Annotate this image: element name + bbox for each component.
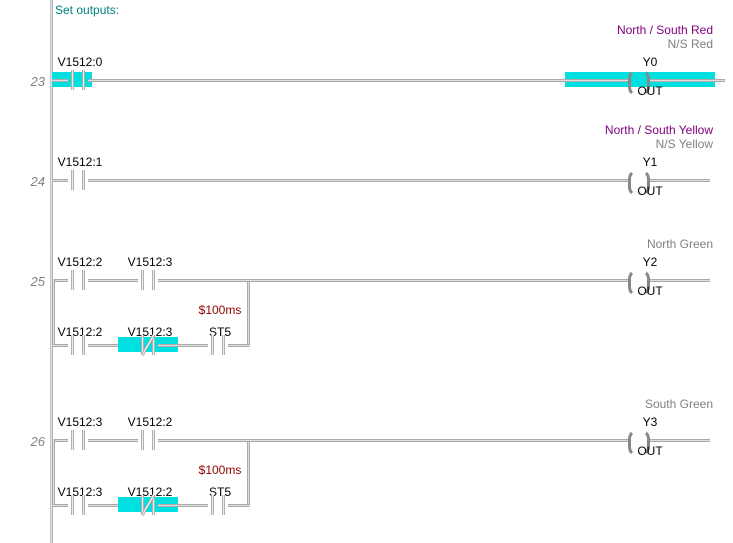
wire	[52, 279, 55, 344]
contact-no[interactable]	[208, 335, 228, 355]
contact-no[interactable]	[68, 430, 88, 450]
contact-address: V1512:0	[50, 55, 110, 69]
coil-address: Y2	[620, 255, 680, 269]
contact-address: V1512:3	[120, 255, 180, 269]
contact-no[interactable]	[68, 335, 88, 355]
contact-no[interactable]	[68, 70, 88, 90]
contact-no[interactable]	[68, 170, 88, 190]
coil-type: OUT	[630, 184, 670, 198]
coil-address: Y3	[620, 415, 680, 429]
coil-address: Y0	[620, 55, 680, 69]
wire	[158, 504, 208, 507]
wire	[228, 344, 250, 347]
coil-comment-long: North / South Red	[463, 23, 713, 37]
contact-address: V1512:3	[50, 415, 110, 429]
wire	[228, 504, 250, 507]
wire	[52, 79, 68, 82]
contact-address: V1512:1	[50, 155, 110, 169]
coil-type: OUT	[630, 284, 670, 298]
contact-no[interactable]	[138, 430, 158, 450]
wire	[158, 279, 247, 282]
rung-number: 25	[17, 274, 45, 289]
wire	[247, 279, 628, 282]
contact-nc[interactable]	[138, 495, 158, 515]
coil-type: OUT	[630, 84, 670, 98]
wire	[52, 439, 55, 504]
wire	[650, 179, 710, 182]
wire	[247, 439, 628, 442]
coil-comment-alias: South Green	[463, 397, 713, 411]
timer-value: $100ms	[190, 463, 250, 477]
contact-address: V1512:2	[50, 255, 110, 269]
wire	[52, 179, 68, 182]
contact-no[interactable]	[208, 495, 228, 515]
wire	[52, 344, 68, 347]
contact-nc[interactable]	[138, 335, 158, 355]
contact-no[interactable]	[68, 270, 88, 290]
wire	[158, 439, 247, 442]
contact-address: V1512:2	[120, 415, 180, 429]
contact-no[interactable]	[138, 270, 158, 290]
coil-type: OUT	[630, 444, 670, 458]
wire	[650, 279, 710, 282]
contact-no[interactable]	[68, 495, 88, 515]
wire	[88, 439, 138, 442]
coil-address: Y1	[620, 155, 680, 169]
coil-comment-long: North / South Yellow	[463, 123, 713, 137]
timer-value: $100ms	[190, 303, 250, 317]
coil-comment-alias: North Green	[463, 237, 713, 251]
wire	[88, 179, 628, 182]
rung-number: 26	[17, 434, 45, 449]
rung-number: 24	[17, 174, 45, 189]
coil-comment-alias: N/S Red	[463, 37, 713, 51]
wire	[158, 344, 208, 347]
wire	[88, 79, 628, 82]
wire	[88, 279, 138, 282]
wire	[650, 79, 725, 82]
wire	[52, 504, 68, 507]
wire	[650, 439, 710, 442]
section-heading: Set outputs:	[55, 3, 119, 17]
coil-comment-alias: N/S Yellow	[463, 137, 713, 151]
rung-number: 23	[17, 74, 45, 89]
